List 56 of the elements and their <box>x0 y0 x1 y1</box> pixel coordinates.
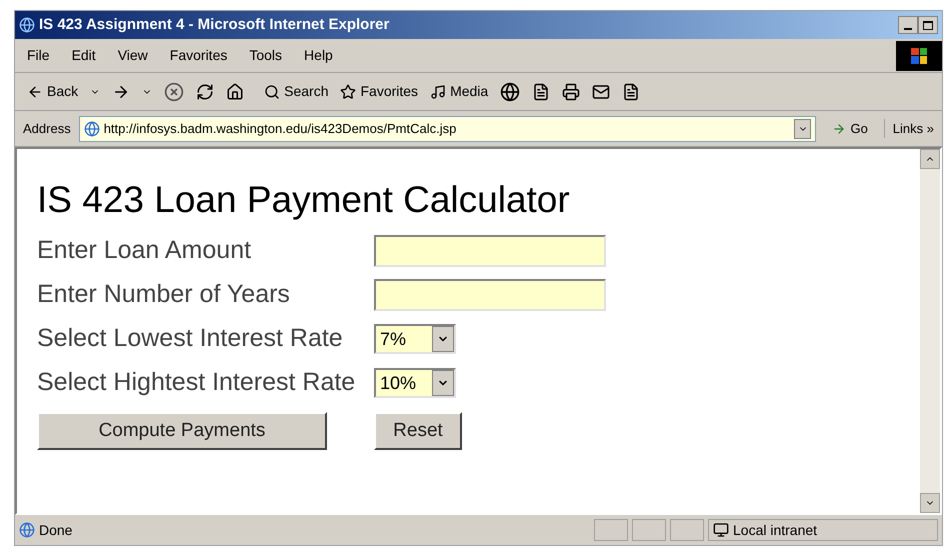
menu-item[interactable]: Tools <box>249 45 282 66</box>
field-label: Select Lowest Interest Rate <box>37 323 344 354</box>
minimize-button[interactable] <box>898 16 918 34</box>
address-field[interactable]: http://infosys.badm.washington.edu/is423Demos/PmtCalc.jsp <box>78 116 816 142</box>
mail-icon[interactable] <box>592 82 610 100</box>
window-title: IS 423 Assignment 4 - Microsoft Internet Explorer <box>39 14 390 35</box>
search-button[interactable]: Search <box>264 81 328 102</box>
menu-item[interactable]: View <box>118 45 148 66</box>
status-pane <box>670 519 704 541</box>
music-icon <box>430 84 446 100</box>
page-icon <box>84 120 100 136</box>
address-label: Address <box>23 120 71 138</box>
dropdown-button[interactable] <box>794 118 812 138</box>
zone-text: Local intranet <box>733 520 818 540</box>
page-icon <box>19 522 35 538</box>
home-icon[interactable] <box>226 82 244 100</box>
compute-payments-button[interactable]: Compute Payments <box>37 412 327 450</box>
go-button[interactable]: Go <box>824 118 876 138</box>
maximize-icon <box>923 20 933 30</box>
menu-item[interactable]: File <box>27 45 50 66</box>
menu-item[interactable]: Favorites <box>170 45 228 66</box>
reset-button[interactable]: Reset <box>374 412 462 450</box>
network-icon <box>713 522 729 538</box>
globe-icon[interactable] <box>500 82 520 102</box>
menu-item[interactable]: Help <box>304 45 333 66</box>
status-text: Done <box>39 520 74 540</box>
media-button[interactable]: Media <box>430 81 488 102</box>
star-icon <box>340 84 356 100</box>
field-label: Enter Loan Amount <box>37 235 252 266</box>
rate-dropdown[interactable]: 7% <box>374 324 456 354</box>
browser-icon <box>19 17 35 33</box>
windows-logo-icon <box>896 40 942 70</box>
menu-item[interactable]: Edit <box>72 45 96 66</box>
rate-dropdown[interactable]: 10% <box>374 368 456 398</box>
back-button[interactable]: Back <box>27 81 78 102</box>
links-label[interactable]: Links » <box>884 118 934 138</box>
minimize-icon <box>904 28 912 30</box>
field-label: Select Hightest Interest Rate <box>37 367 356 398</box>
field-label: Enter Number of Years <box>37 279 291 310</box>
page-heading: IS 423 Loan Payment Calculator <box>37 181 571 218</box>
refresh-icon[interactable] <box>196 82 214 100</box>
selected-value: 7% <box>380 328 408 350</box>
status-pane <box>632 519 666 541</box>
selected-value: 10% <box>380 372 418 394</box>
stop-icon[interactable] <box>164 82 184 102</box>
status-pane <box>594 519 628 541</box>
maximize-button[interactable] <box>918 16 938 34</box>
input-field[interactable] <box>374 279 606 311</box>
url-text: http://infosys.badm.washington.edu/is423Demos/PmtCalc.jsp <box>104 120 458 138</box>
dropdown-button[interactable] <box>432 326 454 352</box>
favorites-button[interactable]: Favorites <box>340 81 418 102</box>
document-icon[interactable] <box>622 82 640 100</box>
dropdown-button[interactable] <box>432 370 454 396</box>
input-field[interactable] <box>374 235 606 267</box>
search-icon <box>264 84 280 100</box>
printer-icon[interactable] <box>562 82 580 100</box>
